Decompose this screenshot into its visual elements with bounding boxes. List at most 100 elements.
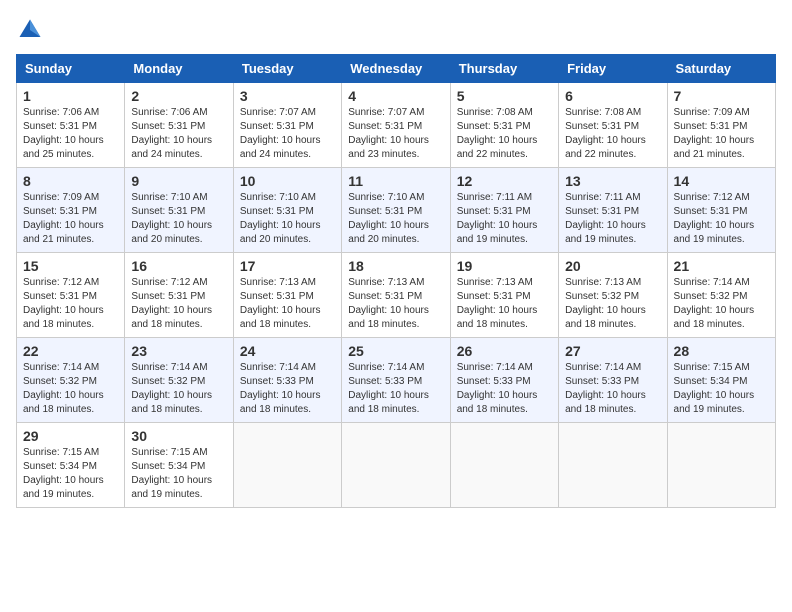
day-info: Sunrise: 7:12 AM Sunset: 5:31 PM Dayligh… (23, 276, 118, 332)
day-info: Sunrise: 7:13 AM Sunset: 5:31 PM Dayligh… (348, 276, 443, 332)
day-number: 16 (131, 258, 226, 274)
weekday-header-cell: Sunday (17, 55, 125, 83)
calendar-day-cell (667, 423, 775, 508)
calendar-day-cell: 7 Sunrise: 7:09 AM Sunset: 5:31 PM Daylig… (667, 83, 775, 168)
calendar-day-cell: 10 Sunrise: 7:10 AM Sunset: 5:31 PM Dayli… (233, 168, 341, 253)
calendar-day-cell: 4Sunrise: 7:07 AM Sunset: 5:31 PM Daylig… (342, 83, 450, 168)
calendar-day-cell: 13 Sunrise: 7:11 AM Sunset: 5:31 PM Dayli… (559, 168, 667, 253)
weekday-header-cell: Saturday (667, 55, 775, 83)
calendar-day-cell: 26 Sunrise: 7:14 AM Sunset: 5:33 PM Dayli… (450, 338, 558, 423)
calendar-day-cell: 23 Sunrise: 7:14 AM Sunset: 5:32 PM Dayli… (125, 338, 233, 423)
calendar-body: 1 Sunrise: 7:06 AM Sunset: 5:31 PM Daylig… (17, 83, 776, 508)
day-info: Sunrise: 7:14 AM Sunset: 5:33 PM Dayligh… (240, 361, 335, 417)
calendar-day-cell: 1Sunrise: 7:06 AM Sunset: 5:31 PM Daylig… (17, 83, 125, 168)
day-info: Sunrise: 7:10 AM Sunset: 5:31 PM Dayligh… (348, 191, 443, 247)
calendar-day-cell: 3 Sunrise: 7:07 AM Sunset: 5:31 PM Daylig… (233, 83, 341, 168)
calendar-day-cell: 29 Sunrise: 7:15 AM Sunset: 5:34 PM Dayli… (17, 423, 125, 508)
page-header (16, 16, 776, 44)
calendar-day-cell: 14Sunrise: 7:12 AM Sunset: 5:31 PM Dayli… (667, 168, 775, 253)
weekday-header-cell: Thursday (450, 55, 558, 83)
logo (16, 16, 44, 44)
day-number: 6 (565, 88, 660, 104)
day-number: 25 (348, 343, 443, 359)
day-info: Sunrise: 7:15 AM Sunset: 5:34 PM Dayligh… (674, 361, 769, 417)
calendar-week-row: 22 Sunrise: 7:14 AM Sunset: 5:32 PM Dayli… (17, 338, 776, 423)
day-number: 10 (240, 173, 335, 189)
calendar-week-row: 15 Sunrise: 7:12 AM Sunset: 5:31 PM Dayli… (17, 253, 776, 338)
day-number: 5 (457, 88, 552, 104)
day-number: 22 (23, 343, 118, 359)
calendar-day-cell: 16Sunrise: 7:12 AM Sunset: 5:31 PM Dayli… (125, 253, 233, 338)
calendar-day-cell: 28 Sunrise: 7:15 AM Sunset: 5:34 PM Dayli… (667, 338, 775, 423)
calendar-day-cell: 18Sunrise: 7:13 AM Sunset: 5:31 PM Dayli… (342, 253, 450, 338)
day-info: Sunrise: 7:14 AM Sunset: 5:33 PM Dayligh… (565, 361, 660, 417)
day-number: 24 (240, 343, 335, 359)
day-info: Sunrise: 7:10 AM Sunset: 5:31 PM Dayligh… (240, 191, 335, 247)
day-info: Sunrise: 7:13 AM Sunset: 5:31 PM Dayligh… (457, 276, 552, 332)
calendar-day-cell: 21 Sunrise: 7:14 AM Sunset: 5:32 PM Dayli… (667, 253, 775, 338)
day-number: 14 (674, 173, 769, 189)
day-number: 21 (674, 258, 769, 274)
day-number: 30 (131, 428, 226, 444)
day-info: Sunrise: 7:11 AM Sunset: 5:31 PM Dayligh… (565, 191, 660, 247)
calendar-week-row: 1 Sunrise: 7:06 AM Sunset: 5:31 PM Daylig… (17, 83, 776, 168)
day-info: Sunrise: 7:08 AM Sunset: 5:31 PM Dayligh… (565, 106, 660, 162)
calendar-table: SundayMondayTuesdayWednesdayThursdayFrid… (16, 54, 776, 508)
calendar-week-row: 8 Sunrise: 7:09 AM Sunset: 5:31 PM Daylig… (17, 168, 776, 253)
day-info: Sunrise: 7:14 AM Sunset: 5:32 PM Dayligh… (131, 361, 226, 417)
day-info: Sunrise: 7:15 AM Sunset: 5:34 PM Dayligh… (23, 446, 118, 502)
day-number: 13 (565, 173, 660, 189)
calendar-day-cell (342, 423, 450, 508)
day-number: 17 (240, 258, 335, 274)
calendar-day-cell: 2 Sunrise: 7:06 AM Sunset: 5:31 PM Daylig… (125, 83, 233, 168)
day-info: Sunrise: 7:09 AM Sunset: 5:31 PM Dayligh… (674, 106, 769, 162)
day-number: 29 (23, 428, 118, 444)
calendar-day-cell (450, 423, 558, 508)
day-number: 8 (23, 173, 118, 189)
weekday-header-cell: Monday (125, 55, 233, 83)
weekday-header-cell: Tuesday (233, 55, 341, 83)
calendar-day-cell: 22Sunrise: 7:14 AM Sunset: 5:32 PM Dayli… (17, 338, 125, 423)
calendar-day-cell: 20Sunrise: 7:13 AM Sunset: 5:32 PM Dayli… (559, 253, 667, 338)
day-number: 3 (240, 88, 335, 104)
day-number: 28 (674, 343, 769, 359)
day-info: Sunrise: 7:06 AM Sunset: 5:31 PM Dayligh… (131, 106, 226, 162)
day-info: Sunrise: 7:07 AM Sunset: 5:31 PM Dayligh… (240, 106, 335, 162)
logo-icon (16, 16, 44, 44)
day-info: Sunrise: 7:11 AM Sunset: 5:31 PM Dayligh… (457, 191, 552, 247)
calendar-day-cell: 15 Sunrise: 7:12 AM Sunset: 5:31 PM Dayli… (17, 253, 125, 338)
calendar-week-row: 29 Sunrise: 7:15 AM Sunset: 5:34 PM Dayli… (17, 423, 776, 508)
day-info: Sunrise: 7:14 AM Sunset: 5:33 PM Dayligh… (457, 361, 552, 417)
calendar-day-cell: 11 Sunrise: 7:10 AM Sunset: 5:31 PM Dayli… (342, 168, 450, 253)
calendar-day-cell: 9Sunrise: 7:10 AM Sunset: 5:31 PM Daylig… (125, 168, 233, 253)
weekday-header-row: SundayMondayTuesdayWednesdayThursdayFrid… (17, 55, 776, 83)
calendar-day-cell (233, 423, 341, 508)
day-number: 7 (674, 88, 769, 104)
day-number: 26 (457, 343, 552, 359)
day-info: Sunrise: 7:14 AM Sunset: 5:32 PM Dayligh… (674, 276, 769, 332)
day-info: Sunrise: 7:07 AM Sunset: 5:31 PM Dayligh… (348, 106, 443, 162)
weekday-header-cell: Friday (559, 55, 667, 83)
day-number: 27 (565, 343, 660, 359)
calendar-day-cell: 30 Sunrise: 7:15 AM Sunset: 5:34 PM Dayli… (125, 423, 233, 508)
day-info: Sunrise: 7:09 AM Sunset: 5:31 PM Dayligh… (23, 191, 118, 247)
day-number: 1 (23, 88, 118, 104)
calendar-day-cell: 25 Sunrise: 7:14 AM Sunset: 5:33 PM Dayli… (342, 338, 450, 423)
calendar-day-cell: 8 Sunrise: 7:09 AM Sunset: 5:31 PM Daylig… (17, 168, 125, 253)
day-number: 2 (131, 88, 226, 104)
day-number: 12 (457, 173, 552, 189)
calendar-day-cell: 19Sunrise: 7:13 AM Sunset: 5:31 PM Dayli… (450, 253, 558, 338)
day-info: Sunrise: 7:08 AM Sunset: 5:31 PM Dayligh… (457, 106, 552, 162)
day-info: Sunrise: 7:13 AM Sunset: 5:32 PM Dayligh… (565, 276, 660, 332)
day-info: Sunrise: 7:14 AM Sunset: 5:33 PM Dayligh… (348, 361, 443, 417)
calendar-day-cell (559, 423, 667, 508)
calendar-day-cell: 27 Sunrise: 7:14 AM Sunset: 5:33 PM Dayli… (559, 338, 667, 423)
calendar-day-cell: 24 Sunrise: 7:14 AM Sunset: 5:33 PM Dayli… (233, 338, 341, 423)
day-info: Sunrise: 7:15 AM Sunset: 5:34 PM Dayligh… (131, 446, 226, 502)
day-number: 11 (348, 173, 443, 189)
day-number: 15 (23, 258, 118, 274)
calendar-day-cell: 6 Sunrise: 7:08 AM Sunset: 5:31 PM Daylig… (559, 83, 667, 168)
calendar-day-cell: 17Sunrise: 7:13 AM Sunset: 5:31 PM Dayli… (233, 253, 341, 338)
day-number: 23 (131, 343, 226, 359)
calendar-day-cell: 12 Sunrise: 7:11 AM Sunset: 5:31 PM Dayli… (450, 168, 558, 253)
